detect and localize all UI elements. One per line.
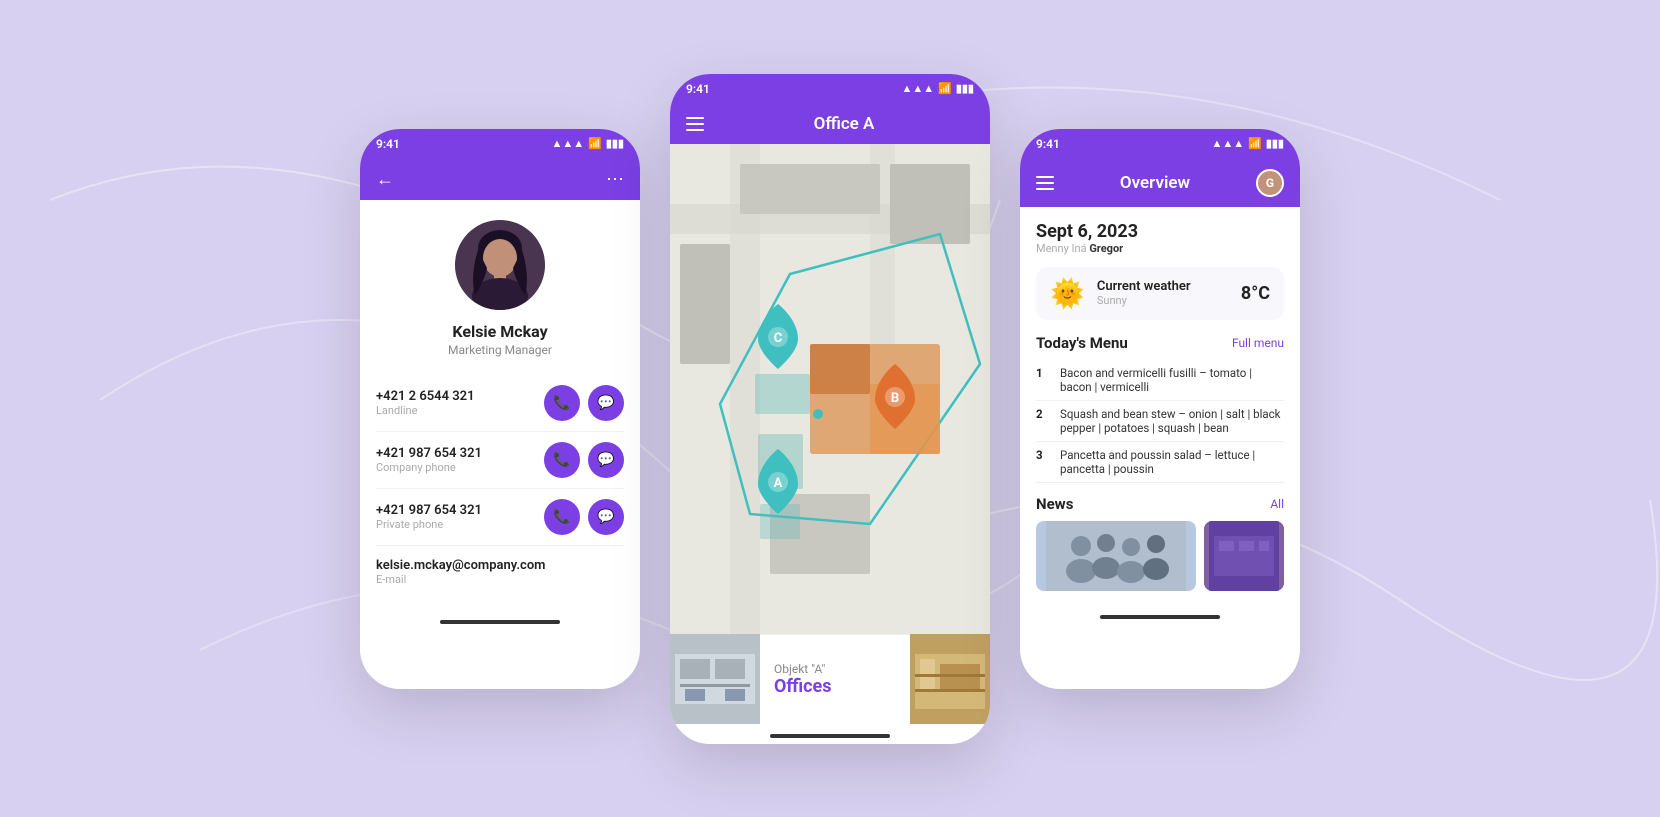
map-thumb-right: [910, 634, 990, 724]
phone-label-1: Landline: [376, 404, 544, 417]
call-btn-2[interactable]: 📞: [544, 442, 580, 478]
status-bar-left: 9:41 ▲▲▲ 📶 ▮▮▮: [360, 129, 640, 159]
status-bar-right: 9:41 ▲▲▲ 📶 ▮▮▮: [1020, 129, 1300, 159]
phone-label-3: Private phone: [376, 518, 544, 531]
sms-btn-1[interactable]: 💬: [588, 385, 624, 421]
status-time-center: 9:41: [686, 82, 710, 96]
menu-item-3: 3 Pancetta and poussin salad – lettuce |…: [1036, 442, 1284, 483]
signal-icon-r: ▲▲▲: [1211, 137, 1244, 150]
map-info: Objekt "A" Offices: [760, 650, 910, 709]
weather-condition: Sunny: [1097, 294, 1241, 307]
phone-number-2: +421 987 654 321: [376, 446, 544, 461]
svg-text:A: A: [774, 476, 783, 491]
home-indicator-center: [770, 734, 890, 738]
full-menu-link[interactable]: Full menu: [1232, 336, 1284, 350]
center-phone: 9:41 ▲▲▲ 📶 ▮▮▮ Office A: [670, 74, 990, 744]
back-icon[interactable]: ←: [376, 169, 394, 190]
news-title: News: [1036, 495, 1073, 513]
battery-icon-r: ▮▮▮: [1266, 137, 1284, 150]
overview-date: Sept 6, 2023: [1036, 221, 1284, 242]
sms-btn-3[interactable]: 💬: [588, 499, 624, 535]
battery-icon: ▮▮▮: [606, 137, 624, 150]
sun-icon: 🌞: [1050, 277, 1085, 310]
menu-num-1: 1: [1036, 366, 1050, 380]
menu-item-1: 1 Bacon and vermicelli fusilli – tomato …: [1036, 360, 1284, 401]
news-image-main: [1036, 521, 1196, 591]
menu-num-2: 2: [1036, 407, 1050, 421]
call-btn-3[interactable]: 📞: [544, 499, 580, 535]
weather-card: 🌞 Current weather Sunny 8°C: [1036, 267, 1284, 320]
menu-text-2: Squash and bean stew – onion | salt | bl…: [1060, 407, 1284, 435]
contact-row-1: +421 2 6544 321 Landline 📞 💬: [376, 375, 624, 432]
weather-temp: 8°C: [1241, 283, 1270, 304]
menu-num-3: 3: [1036, 448, 1050, 462]
map-area: B C A: [670, 144, 990, 634]
map-bottom-bar: Objekt "A" Offices: [670, 634, 990, 724]
status-time-right: 9:41: [1036, 137, 1060, 151]
news-image-side: [1204, 521, 1284, 591]
contact-body: Kelsie Mckay Marketing Manager +421 2 65…: [360, 200, 640, 610]
phone-label-2: Company phone: [376, 461, 544, 474]
menu-text-3: Pancetta and poussin salad – lettuce | p…: [1060, 448, 1284, 476]
overview-greeting: Menny Iná Gregor: [1036, 242, 1284, 255]
map-thumb-left: [670, 634, 760, 724]
home-indicator-right: [1100, 615, 1220, 619]
email-label: E-mail: [376, 573, 624, 586]
menu-icon[interactable]: [686, 117, 704, 131]
news-section: News All: [1036, 495, 1284, 591]
status-icons-center: ▲▲▲ 📶 ▮▮▮: [901, 82, 974, 95]
wifi-icon: 📶: [588, 137, 602, 150]
phone-number-3: +421 987 654 321: [376, 503, 544, 518]
app-bar-left: ← ⋯: [360, 159, 640, 200]
contact-row-3: +421 987 654 321 Private phone 📞 💬: [376, 489, 624, 546]
email-row: kelsie.mckay@company.com E-mail: [376, 546, 624, 590]
contact-role: Marketing Manager: [448, 343, 552, 357]
map-object-label: Objekt "A": [774, 662, 896, 676]
menu-icon-right[interactable]: [1036, 176, 1054, 190]
news-images: [1036, 521, 1284, 591]
map-object-type: Offices: [774, 676, 896, 697]
status-bar-center: 9:41 ▲▲▲ 📶 ▮▮▮: [670, 74, 990, 104]
app-bar-right: Overview G: [1020, 159, 1300, 207]
sms-btn-2[interactable]: 💬: [588, 442, 624, 478]
weather-label: Current weather: [1097, 279, 1241, 294]
wifi-icon-c: 📶: [938, 82, 952, 95]
greeting-name: Gregor: [1089, 242, 1123, 255]
svg-text:C: C: [774, 331, 783, 346]
signal-icon-c: ▲▲▲: [901, 82, 934, 95]
menu-item-2: 2 Squash and bean stew – onion | salt | …: [1036, 401, 1284, 442]
wifi-icon-r: 📶: [1248, 137, 1262, 150]
news-header: News All: [1036, 495, 1284, 513]
app-bar-center: Office A: [670, 104, 990, 144]
avatar-svg: [455, 220, 545, 310]
overview-body: Sept 6, 2023 Menny Iná Gregor 🌞 Current …: [1020, 207, 1300, 605]
contact-name: Kelsie Mckay: [452, 322, 547, 341]
more-icon[interactable]: ⋯: [606, 169, 624, 190]
menu-section-header: Today's Menu Full menu: [1036, 334, 1284, 352]
app-bar-title-right: Overview: [1064, 173, 1246, 193]
svg-text:B: B: [891, 391, 899, 406]
status-icons-right: ▲▲▲ 📶 ▮▮▮: [1211, 137, 1284, 150]
status-icons-left: ▲▲▲ 📶 ▮▮▮: [551, 137, 624, 150]
call-btn-1[interactable]: 📞: [544, 385, 580, 421]
user-avatar[interactable]: G: [1256, 169, 1284, 197]
news-all-link[interactable]: All: [1270, 497, 1284, 511]
phone-number-1: +421 2 6544 321: [376, 389, 544, 404]
app-bar-title-center: Office A: [714, 114, 974, 134]
left-phone: 9:41 ▲▲▲ 📶 ▮▮▮ ← ⋯: [360, 129, 640, 689]
right-phone: 9:41 ▲▲▲ 📶 ▮▮▮ Overview G Sept 6, 2023 M…: [1020, 129, 1300, 689]
home-indicator-left: [440, 620, 560, 624]
avatar: [455, 220, 545, 310]
menu-text-1: Bacon and vermicelli fusilli – tomato | …: [1060, 366, 1284, 394]
map-svg: B C A: [670, 144, 990, 634]
signal-icon: ▲▲▲: [551, 137, 584, 150]
menu-title: Today's Menu: [1036, 334, 1128, 352]
battery-icon-c: ▮▮▮: [956, 82, 974, 95]
email-value: kelsie.mckay@company.com: [376, 558, 624, 573]
contact-row-2: +421 987 654 321 Company phone 📞 💬: [376, 432, 624, 489]
status-time-left: 9:41: [376, 137, 400, 151]
